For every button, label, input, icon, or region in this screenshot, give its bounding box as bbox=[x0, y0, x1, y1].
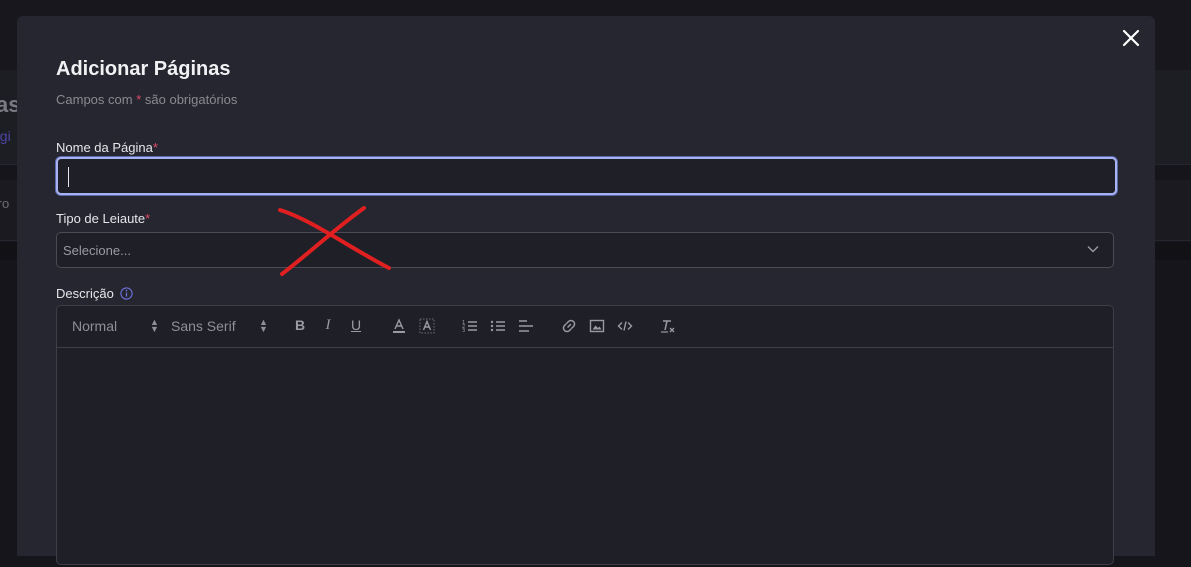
required-star: * bbox=[136, 92, 142, 107]
red-x-annotation-icon bbox=[278, 206, 391, 276]
align-icon[interactable] bbox=[517, 317, 535, 335]
page-name-input[interactable] bbox=[56, 157, 1117, 195]
close-icon[interactable] bbox=[1119, 26, 1143, 50]
add-pages-modal: Adicionar Páginas Campos com * são obrig… bbox=[17, 16, 1155, 565]
format-select-value: Normal bbox=[72, 318, 118, 334]
layout-type-placeholder: Selecione... bbox=[63, 243, 131, 258]
required-star: * bbox=[145, 211, 151, 226]
font-select-value: Sans Serif bbox=[171, 318, 236, 334]
background-link: ági bbox=[0, 128, 11, 144]
link-icon[interactable] bbox=[560, 317, 578, 335]
chevron-down-icon bbox=[1087, 246, 1099, 253]
editor-content-area[interactable] bbox=[57, 347, 1113, 567]
required-star: * bbox=[152, 140, 158, 155]
subtitle-suffix: são obrigatórios bbox=[144, 92, 238, 107]
layout-type-label: Tipo de Leiaute* bbox=[56, 211, 150, 226]
text-caret bbox=[68, 167, 69, 187]
layout-type-label-text: Tipo de Leiaute bbox=[56, 211, 146, 226]
underline-icon[interactable]: U bbox=[347, 317, 365, 335]
svg-text:3: 3 bbox=[462, 328, 465, 334]
editor-toolbar: Normal ▲ ▼ Sans Serif ▲ ▼ B I U 123 bbox=[57, 306, 1113, 348]
format-select[interactable]: Normal ▲ ▼ bbox=[72, 317, 160, 335]
page-name-label-text: Nome da Página bbox=[56, 140, 153, 155]
text-color-icon[interactable] bbox=[390, 317, 408, 335]
description-label: Descrição bbox=[56, 286, 134, 301]
layout-type-select[interactable]: Selecione... bbox=[56, 232, 1114, 268]
modal-title: Adicionar Páginas bbox=[56, 58, 231, 80]
page-name-label: Nome da Página* bbox=[56, 140, 158, 155]
bullet-list-icon[interactable] bbox=[489, 317, 507, 335]
info-icon[interactable] bbox=[120, 287, 134, 300]
updown-icon: ▲ ▼ bbox=[259, 317, 268, 334]
description-label-text: Descrição bbox=[56, 286, 114, 301]
font-select[interactable]: Sans Serif ▲ ▼ bbox=[171, 317, 269, 335]
required-fields-note: Campos com * são obrigatórios bbox=[56, 92, 237, 107]
ordered-list-icon[interactable]: 123 bbox=[461, 317, 479, 335]
updown-icon: ▲ ▼ bbox=[150, 317, 159, 334]
description-editor: Normal ▲ ▼ Sans Serif ▲ ▼ B I U 123 bbox=[56, 305, 1114, 565]
code-icon[interactable] bbox=[616, 317, 634, 335]
image-icon[interactable] bbox=[588, 317, 606, 335]
bold-icon[interactable]: B bbox=[291, 317, 309, 335]
italic-icon[interactable]: I bbox=[319, 317, 337, 335]
background-color-icon[interactable] bbox=[418, 317, 436, 335]
clear-format-icon[interactable] bbox=[659, 317, 677, 335]
subtitle-prefix: Campos com bbox=[56, 92, 133, 107]
background-filter-label: tro bbox=[0, 196, 10, 211]
